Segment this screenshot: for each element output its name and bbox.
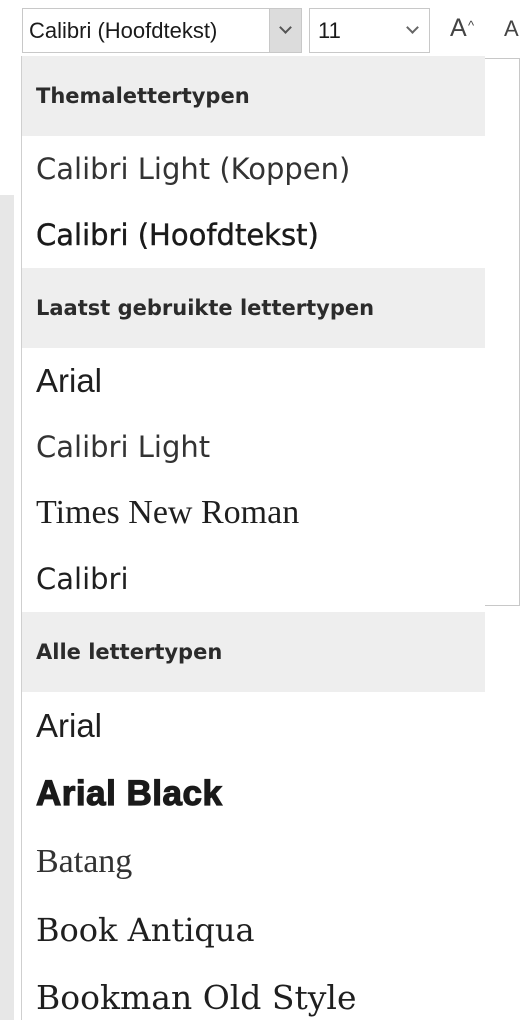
font-size-combobox[interactable]: 11 [309, 8, 430, 53]
font-item-arial-recent[interactable]: Arial [22, 348, 485, 414]
chevron-down-icon [406, 21, 419, 34]
font-item-calibri-body[interactable]: Calibri (Hoofdtekst) [22, 202, 485, 268]
font-dropdown-list: Themalettertypen Calibri Light (Koppen) … [21, 56, 485, 1020]
font-item-batang[interactable]: Batang [22, 828, 485, 896]
font-item-book-antiqua[interactable]: Book Antiqua [22, 896, 485, 964]
chevron-down-icon [279, 21, 292, 34]
section-header-theme-fonts: Themalettertypen [22, 56, 485, 136]
grow-font-button[interactable]: A ^ [446, 8, 486, 53]
font-item-times-new-roman[interactable]: Times New Roman [22, 480, 485, 546]
font-item-arial-black[interactable]: Arial Black [22, 760, 485, 828]
font-item-calibri-light-headings[interactable]: Calibri Light (Koppen) [22, 136, 485, 202]
font-name-value[interactable]: Calibri (Hoofdtekst) [29, 9, 267, 52]
font-toolbar: Calibri (Hoofdtekst) 11 A ^ A [0, 0, 520, 56]
caret-up-icon: ^ [468, 18, 475, 33]
font-size-dropdown-button[interactable] [397, 9, 429, 52]
section-header-all-fonts: Alle lettertypen [22, 612, 485, 692]
grow-font-icon: A [450, 14, 467, 42]
section-header-recent-fonts: Laatst gebruikte lettertypen [22, 268, 485, 348]
document-edge [0, 195, 14, 1020]
font-item-calibri-recent[interactable]: Calibri [22, 546, 485, 612]
font-name-dropdown-button[interactable] [269, 9, 301, 52]
font-item-arial[interactable]: Arial [22, 692, 485, 760]
shrink-font-button[interactable]: A [500, 8, 520, 53]
background-pane [484, 58, 520, 606]
font-name-combobox[interactable]: Calibri (Hoofdtekst) [22, 8, 302, 53]
font-item-bookman-old-style[interactable]: Bookman Old Style [22, 964, 485, 1020]
font-size-value[interactable]: 11 [318, 9, 341, 52]
shrink-font-icon: A [504, 16, 519, 41]
font-item-calibri-light-recent[interactable]: Calibri Light [22, 414, 485, 480]
